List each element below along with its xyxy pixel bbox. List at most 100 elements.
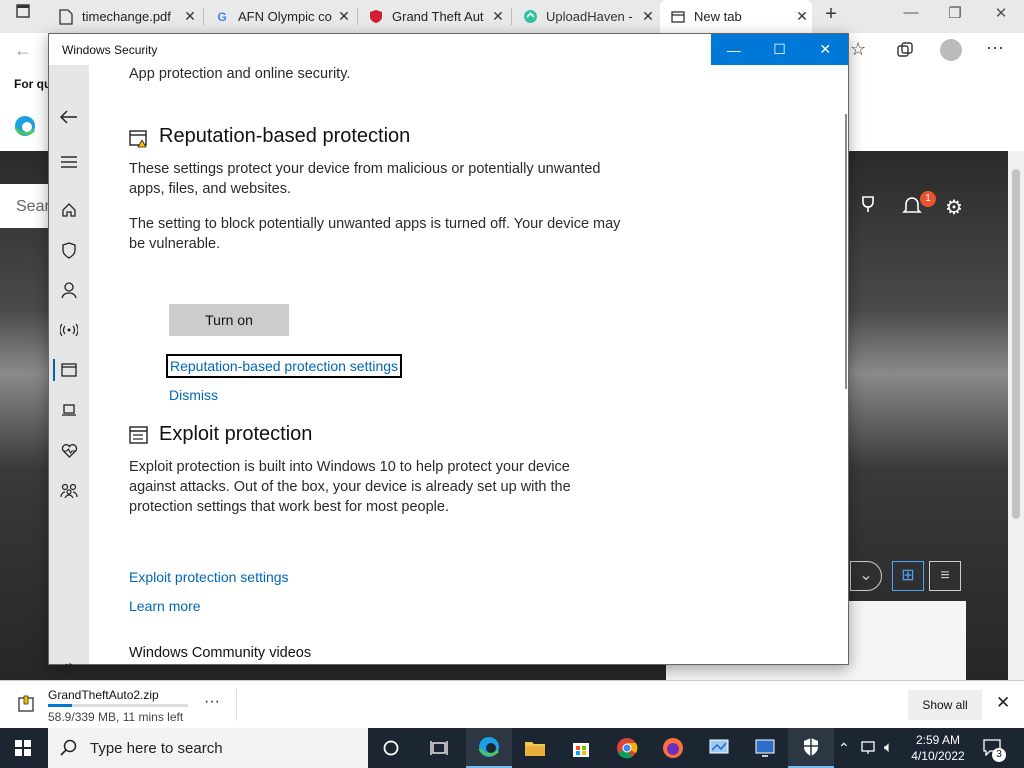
download-divider bbox=[236, 689, 237, 721]
window-title: Windows Security bbox=[62, 43, 158, 57]
window-controls: — ☐ ✕ bbox=[711, 34, 848, 65]
learn-more-link[interactable]: Learn more bbox=[129, 598, 201, 614]
file-explorer-icon[interactable] bbox=[512, 728, 558, 768]
volume-speaker-icon[interactable]: 🔈︎ bbox=[884, 739, 893, 756]
reputation-settings-link[interactable]: Reputation-based protection settings bbox=[166, 354, 403, 378]
list-view-icon[interactable]: ≡ bbox=[929, 561, 961, 591]
account-person-icon[interactable] bbox=[49, 274, 89, 306]
restore-browser-icon[interactable]: ❐ bbox=[940, 4, 970, 22]
window-scrollbar[interactable] bbox=[845, 114, 847, 389]
download-more-icon[interactable]: ··· bbox=[204, 693, 220, 711]
close-browser-icon[interactable]: ✕ bbox=[986, 4, 1016, 22]
profile-avatar-icon[interactable] bbox=[940, 39, 962, 61]
firewall-network-icon[interactable] bbox=[49, 314, 89, 346]
hamburger-menu-icon[interactable] bbox=[49, 146, 89, 178]
show-all-button[interactable]: Show all bbox=[908, 690, 982, 720]
zip-file-icon bbox=[18, 695, 36, 718]
edge-logo-icon[interactable] bbox=[14, 115, 36, 142]
turn-on-button[interactable]: Turn on bbox=[169, 304, 289, 336]
back-arrow-icon[interactable] bbox=[49, 101, 89, 133]
device-security-laptop-icon[interactable] bbox=[49, 394, 89, 426]
reputation-heading: Reputation-based protection bbox=[159, 125, 411, 147]
maximize-window-icon[interactable]: ☐ bbox=[757, 34, 803, 65]
close-tab-icon[interactable]: ✕ bbox=[488, 8, 508, 25]
tab-actions-icon[interactable] bbox=[8, 4, 38, 22]
close-download-bar-icon[interactable]: ✕ bbox=[996, 693, 1010, 713]
edge-taskbar-icon[interactable] bbox=[466, 728, 512, 768]
tab-title: AFN Olympic co bbox=[238, 9, 332, 24]
device-health-heart-icon[interactable] bbox=[49, 434, 89, 466]
tab-title: New tab bbox=[694, 9, 742, 24]
rewards-trophy-icon[interactable] bbox=[858, 195, 878, 220]
exploit-protection-icon bbox=[129, 426, 148, 444]
minimize-browser-icon[interactable]: — bbox=[896, 4, 926, 21]
remote-desktop-icon[interactable] bbox=[742, 728, 788, 768]
intro-text: App protection and online security. bbox=[129, 66, 351, 82]
virus-protection-shield-icon[interactable] bbox=[49, 234, 89, 266]
taskbar-clock[interactable]: 2:59 AM 4/10/2022 bbox=[906, 732, 970, 764]
uploadhaven-icon bbox=[522, 9, 538, 25]
search-icon bbox=[60, 739, 77, 756]
exploit-settings-link[interactable]: Exploit protection settings bbox=[129, 569, 289, 585]
chrome-icon[interactable] bbox=[604, 728, 650, 768]
taskbar: Type here to search ⌃ 🔈︎ 2:59 AM 4/10/20… bbox=[0, 728, 1024, 768]
page-scrollbar[interactable] bbox=[1008, 151, 1024, 680]
new-tab-plus-icon[interactable]: + bbox=[816, 3, 846, 26]
ntp-settings-gear-icon[interactable]: ⚙ bbox=[945, 195, 963, 220]
cortana-circle-icon[interactable] bbox=[368, 728, 414, 768]
network-icon[interactable] bbox=[860, 740, 878, 761]
start-windows-icon[interactable] bbox=[0, 728, 46, 768]
windows-security-taskbar-icon[interactable] bbox=[788, 728, 834, 768]
pdf-icon bbox=[58, 8, 74, 25]
browser-tab-strip: timechange.pdf ✕ G AFN Olympic co ✕ Gran… bbox=[0, 0, 1024, 33]
task-view-icon[interactable] bbox=[416, 728, 462, 768]
browser-tab-gta[interactable]: Grand Theft Aut ✕ bbox=[358, 0, 508, 33]
tab-title: timechange.pdf bbox=[82, 9, 171, 24]
home-icon[interactable] bbox=[49, 194, 89, 226]
store-icon[interactable] bbox=[558, 728, 604, 768]
download-progress-fill bbox=[48, 704, 73, 707]
taskbar-search-box[interactable]: Type here to search bbox=[48, 728, 368, 768]
exploit-description: Exploit protection is built into Windows… bbox=[129, 459, 571, 515]
firefox-icon[interactable] bbox=[650, 728, 696, 768]
back-arrow-icon[interactable]: ← bbox=[14, 40, 32, 61]
more-options-icon[interactable]: ··· bbox=[986, 37, 1004, 58]
browser-tab-pdf[interactable]: timechange.pdf ✕ bbox=[48, 0, 200, 33]
newtab-icon bbox=[670, 9, 686, 25]
grid-view-icon[interactable]: ⊞ bbox=[892, 561, 924, 591]
close-tab-icon[interactable]: ✕ bbox=[180, 8, 200, 25]
tab-title: UploadHaven - bbox=[546, 9, 633, 24]
browser-tab-uploadhaven[interactable]: UploadHaven - ✕ bbox=[512, 0, 658, 33]
notifications-bell-icon[interactable] bbox=[902, 195, 922, 220]
close-tab-icon[interactable]: ✕ bbox=[792, 8, 812, 25]
google-icon: G bbox=[217, 9, 227, 24]
browser-tab-newtab[interactable]: New tab ✕ bbox=[660, 0, 812, 33]
family-options-icon[interactable] bbox=[49, 475, 89, 507]
dismiss-link[interactable]: Dismiss bbox=[169, 387, 218, 403]
browser-tab-afn[interactable]: G AFN Olympic co ✕ bbox=[204, 0, 354, 33]
community-videos-heading: Windows Community videos bbox=[129, 645, 312, 661]
security-sidebar bbox=[49, 65, 89, 677]
minimize-window-icon[interactable]: — bbox=[711, 34, 757, 65]
tab-title: Grand Theft Aut bbox=[392, 9, 484, 24]
ntp-search-text: Sear bbox=[16, 198, 50, 215]
close-tab-icon[interactable]: ✕ bbox=[334, 8, 354, 25]
show-hidden-icons-chevron-icon[interactable]: ⌃ bbox=[838, 740, 850, 757]
app-browser-control-icon[interactable] bbox=[49, 354, 89, 386]
clock-time: 2:59 AM bbox=[915, 733, 961, 747]
favorites-label[interactable]: For qu bbox=[14, 77, 51, 91]
close-window-icon[interactable]: ✕ bbox=[802, 34, 848, 65]
exploit-heading: Exploit protection bbox=[159, 423, 313, 445]
windows-security-window: Windows Security — ☐ ✕ App protection an… bbox=[48, 33, 849, 677]
favorites-star-icon[interactable]: ☆ bbox=[850, 39, 866, 60]
reputation-description: These settings protect your device from … bbox=[129, 161, 601, 197]
download-status: 58.9/339 MB, 11 mins left bbox=[48, 710, 184, 724]
close-tab-icon[interactable]: ✕ bbox=[638, 8, 658, 25]
ntp-chevron-down-icon[interactable]: ⌄ bbox=[850, 561, 882, 591]
control-panel-icon[interactable] bbox=[696, 728, 742, 768]
collections-icon[interactable] bbox=[896, 41, 914, 64]
shield-red-icon bbox=[368, 9, 384, 25]
action-center-badge: 3 bbox=[992, 748, 1006, 762]
download-filename[interactable]: GrandTheftAuto2.zip bbox=[48, 688, 159, 702]
taskbar-search-placeholder: Type here to search bbox=[90, 739, 223, 757]
